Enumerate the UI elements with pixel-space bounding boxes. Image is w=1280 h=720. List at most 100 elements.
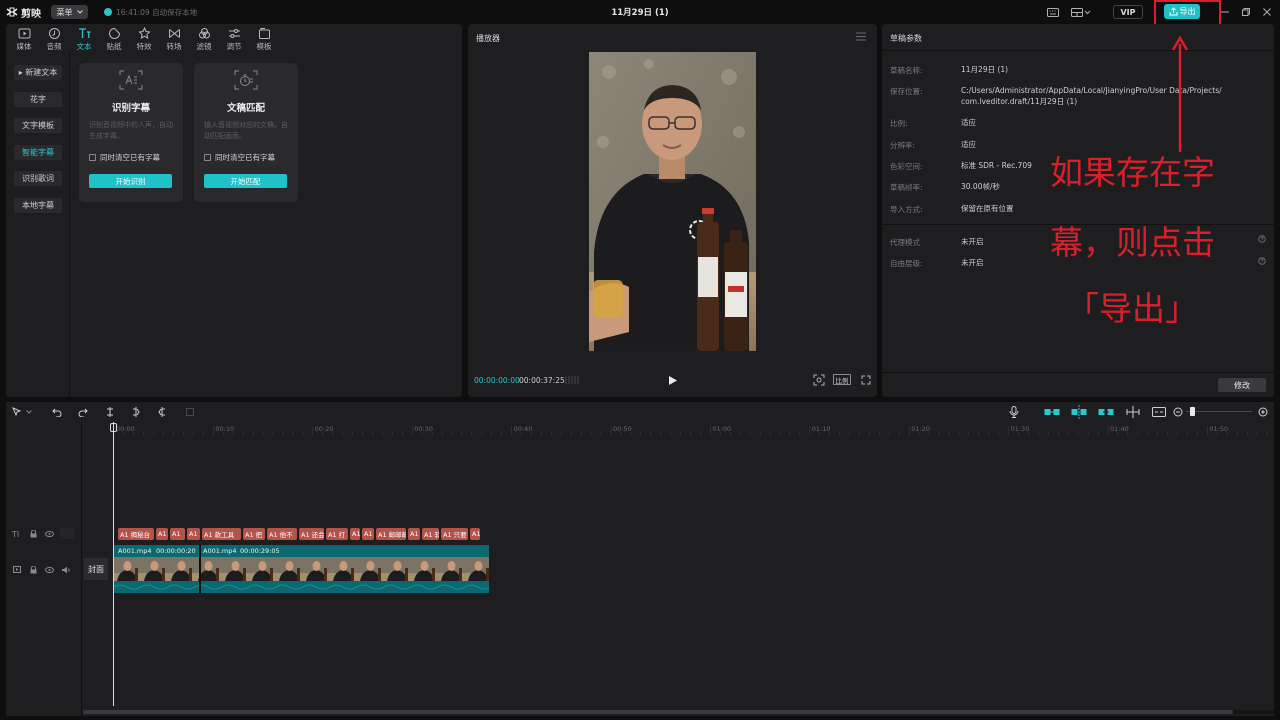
clip-name: A001.mp4 xyxy=(118,547,152,555)
help-icon[interactable] xyxy=(1258,257,1266,265)
zoom-out-icon[interactable] xyxy=(1173,407,1183,417)
subtitle-recognize-icon xyxy=(119,70,143,90)
clear-subtitles-checkbox[interactable]: 同时清空已有字幕 xyxy=(204,152,275,163)
draft-properties-panel: 草稿参数 草稿名称: 11月29日 (1) 保存位置: C:/Users/Adm… xyxy=(882,24,1274,397)
split-icon[interactable] xyxy=(105,407,115,417)
prop-label: 导入方式: xyxy=(890,205,923,214)
trim-right-icon[interactable] xyxy=(157,407,167,417)
preview-axis-icon[interactable] xyxy=(1126,406,1140,418)
tab-audio[interactable]: 音频 xyxy=(39,24,69,52)
subtitle-clip[interactable]: A1 xyxy=(156,528,168,540)
redo-icon[interactable] xyxy=(78,407,88,417)
prop-value: 适应 xyxy=(961,140,976,149)
play-icon[interactable] xyxy=(668,375,678,386)
chevron-down-icon[interactable] xyxy=(26,410,32,414)
speaker-icon[interactable] xyxy=(61,566,71,574)
scrollbar-thumb[interactable] xyxy=(83,710,1233,714)
divider xyxy=(882,50,1274,51)
sidebar-item-lyrics[interactable]: 识别歌词 xyxy=(14,171,62,186)
checkbox-icon[interactable] xyxy=(89,154,96,161)
lock-icon[interactable] xyxy=(30,530,37,538)
auto-snap-icon[interactable] xyxy=(1071,405,1087,419)
help-icon[interactable] xyxy=(1258,235,1266,243)
subtitle-clip[interactable]: A1 xyxy=(362,528,374,540)
undo-icon[interactable] xyxy=(52,407,62,417)
restore-icon[interactable] xyxy=(1241,5,1251,19)
main-track-magnet-icon[interactable] xyxy=(1044,406,1060,418)
sidebar-item-fancy-text[interactable]: 花字 xyxy=(14,92,62,107)
subtitle-clip[interactable]: A1 他不 xyxy=(267,528,297,540)
zoom-slider-handle[interactable] xyxy=(1190,407,1195,416)
prop-label: 草稿帧率: xyxy=(890,183,923,192)
tab-adjust[interactable]: 调节 xyxy=(219,24,249,52)
subtitle-clip[interactable]: A1 揭秘台 xyxy=(118,528,154,540)
lock-icon[interactable] xyxy=(30,566,37,574)
sidebar-item-new-text[interactable]: ▸ 新建文本 xyxy=(14,65,62,80)
microphone-icon[interactable] xyxy=(1009,406,1019,418)
keyboard-icon[interactable] xyxy=(1046,5,1060,19)
sidebar-item-text-template[interactable]: 文字模板 xyxy=(14,118,62,133)
menu-icon[interactable] xyxy=(856,32,866,41)
start-match-button[interactable]: 开始匹配 xyxy=(204,174,287,188)
ruler-tick-label: 01:00 xyxy=(712,425,732,433)
fullscreen-detect-icon[interactable] xyxy=(813,374,825,386)
sidebar-item-local-subtitles[interactable]: 本地字幕 xyxy=(14,198,62,213)
menu-button[interactable]: 菜单 xyxy=(51,5,88,19)
zoom-in-icon[interactable] xyxy=(1258,407,1268,417)
minimize-icon[interactable] xyxy=(1220,5,1230,19)
subtitle-clip[interactable]: A1 xyxy=(470,528,480,540)
tab-sticker[interactable]: 贴纸 xyxy=(99,24,129,52)
tab-filter[interactable]: 滤镜 xyxy=(189,24,219,52)
prop-value: 30.00帧/秒 xyxy=(961,182,1000,191)
vip-button[interactable]: VIP xyxy=(1113,5,1143,19)
sidebar-item-smart-subtitles[interactable]: 智能字幕 xyxy=(14,145,62,160)
prop-value: 标准 SDR - Rec.709 xyxy=(961,161,1032,170)
tab-media[interactable]: 媒体 xyxy=(9,24,39,52)
expand-icon[interactable] xyxy=(861,375,871,385)
subtitle-clip[interactable]: A1 xyxy=(170,528,185,540)
delete-icon[interactable] xyxy=(185,407,195,417)
playhead[interactable] xyxy=(113,422,114,706)
tab-label: 媒体 xyxy=(16,42,32,51)
prop-label: 色彩空间: xyxy=(890,162,923,171)
zoom-slider-track[interactable] xyxy=(1186,411,1252,412)
checkbox-label: 同时清空已有字幕 xyxy=(100,153,160,162)
checkbox-label: 同时清空已有字幕 xyxy=(215,153,275,162)
tab-text[interactable]: 文本 xyxy=(69,24,99,52)
modify-button[interactable]: 修改 xyxy=(1218,378,1266,392)
eye-icon[interactable] xyxy=(45,567,54,573)
subtitle-clip[interactable]: A1 把 xyxy=(243,528,265,540)
clip-divider xyxy=(199,545,201,593)
tab-template[interactable]: 模板 xyxy=(249,24,279,52)
close-icon[interactable] xyxy=(1262,5,1272,19)
tool-tabs: 媒体 音频 文本 贴纸 特效 转场 滤镜 调节 模板 xyxy=(9,24,465,52)
caption-icon[interactable] xyxy=(1152,406,1166,418)
subtitle-clip[interactable]: A1 只要 xyxy=(441,528,468,540)
video-preview[interactable] xyxy=(589,52,756,351)
subtitle-clip[interactable]: A1 软 xyxy=(422,528,439,540)
tab-transition[interactable]: 转场 xyxy=(159,24,189,52)
cover-button[interactable]: 封面 xyxy=(84,558,108,580)
subtitle-clip[interactable]: A1 xyxy=(187,528,200,540)
start-recognize-button[interactable]: 开始识别 xyxy=(89,174,172,188)
subtitle-clip[interactable]: A1 xyxy=(350,528,360,540)
video-clip[interactable]: A001.mp4 00:00:00:20 A001.mp4 00:00:29:0… xyxy=(114,545,489,593)
linkage-icon[interactable] xyxy=(1098,406,1114,418)
ratio-button[interactable]: 比例 xyxy=(833,374,851,385)
checkbox-icon[interactable] xyxy=(204,154,211,161)
subtitle-clip[interactable]: A1 打 xyxy=(326,528,348,540)
tab-label: 模板 xyxy=(256,42,272,51)
tab-effects[interactable]: 特效 xyxy=(129,24,159,52)
subtitle-clip[interactable]: A1 款工具 xyxy=(202,528,241,540)
timeline-grid-icon[interactable] xyxy=(565,375,579,385)
layout-icon[interactable] xyxy=(1070,5,1092,19)
select-cursor-icon[interactable] xyxy=(12,407,22,417)
eye-icon[interactable] xyxy=(45,531,54,537)
clear-subtitles-checkbox[interactable]: 同时清空已有字幕 xyxy=(89,152,160,163)
subtitle-clip[interactable]: A1 还会 xyxy=(299,528,324,540)
trim-left-icon[interactable] xyxy=(131,407,141,417)
subtitle-clip[interactable]: A1 xyxy=(408,528,420,540)
horizontal-scrollbar[interactable] xyxy=(83,710,1274,714)
subtitle-clip[interactable]: A1 邮邮邮 xyxy=(376,528,406,540)
app-logo: 剪映 xyxy=(6,6,41,20)
